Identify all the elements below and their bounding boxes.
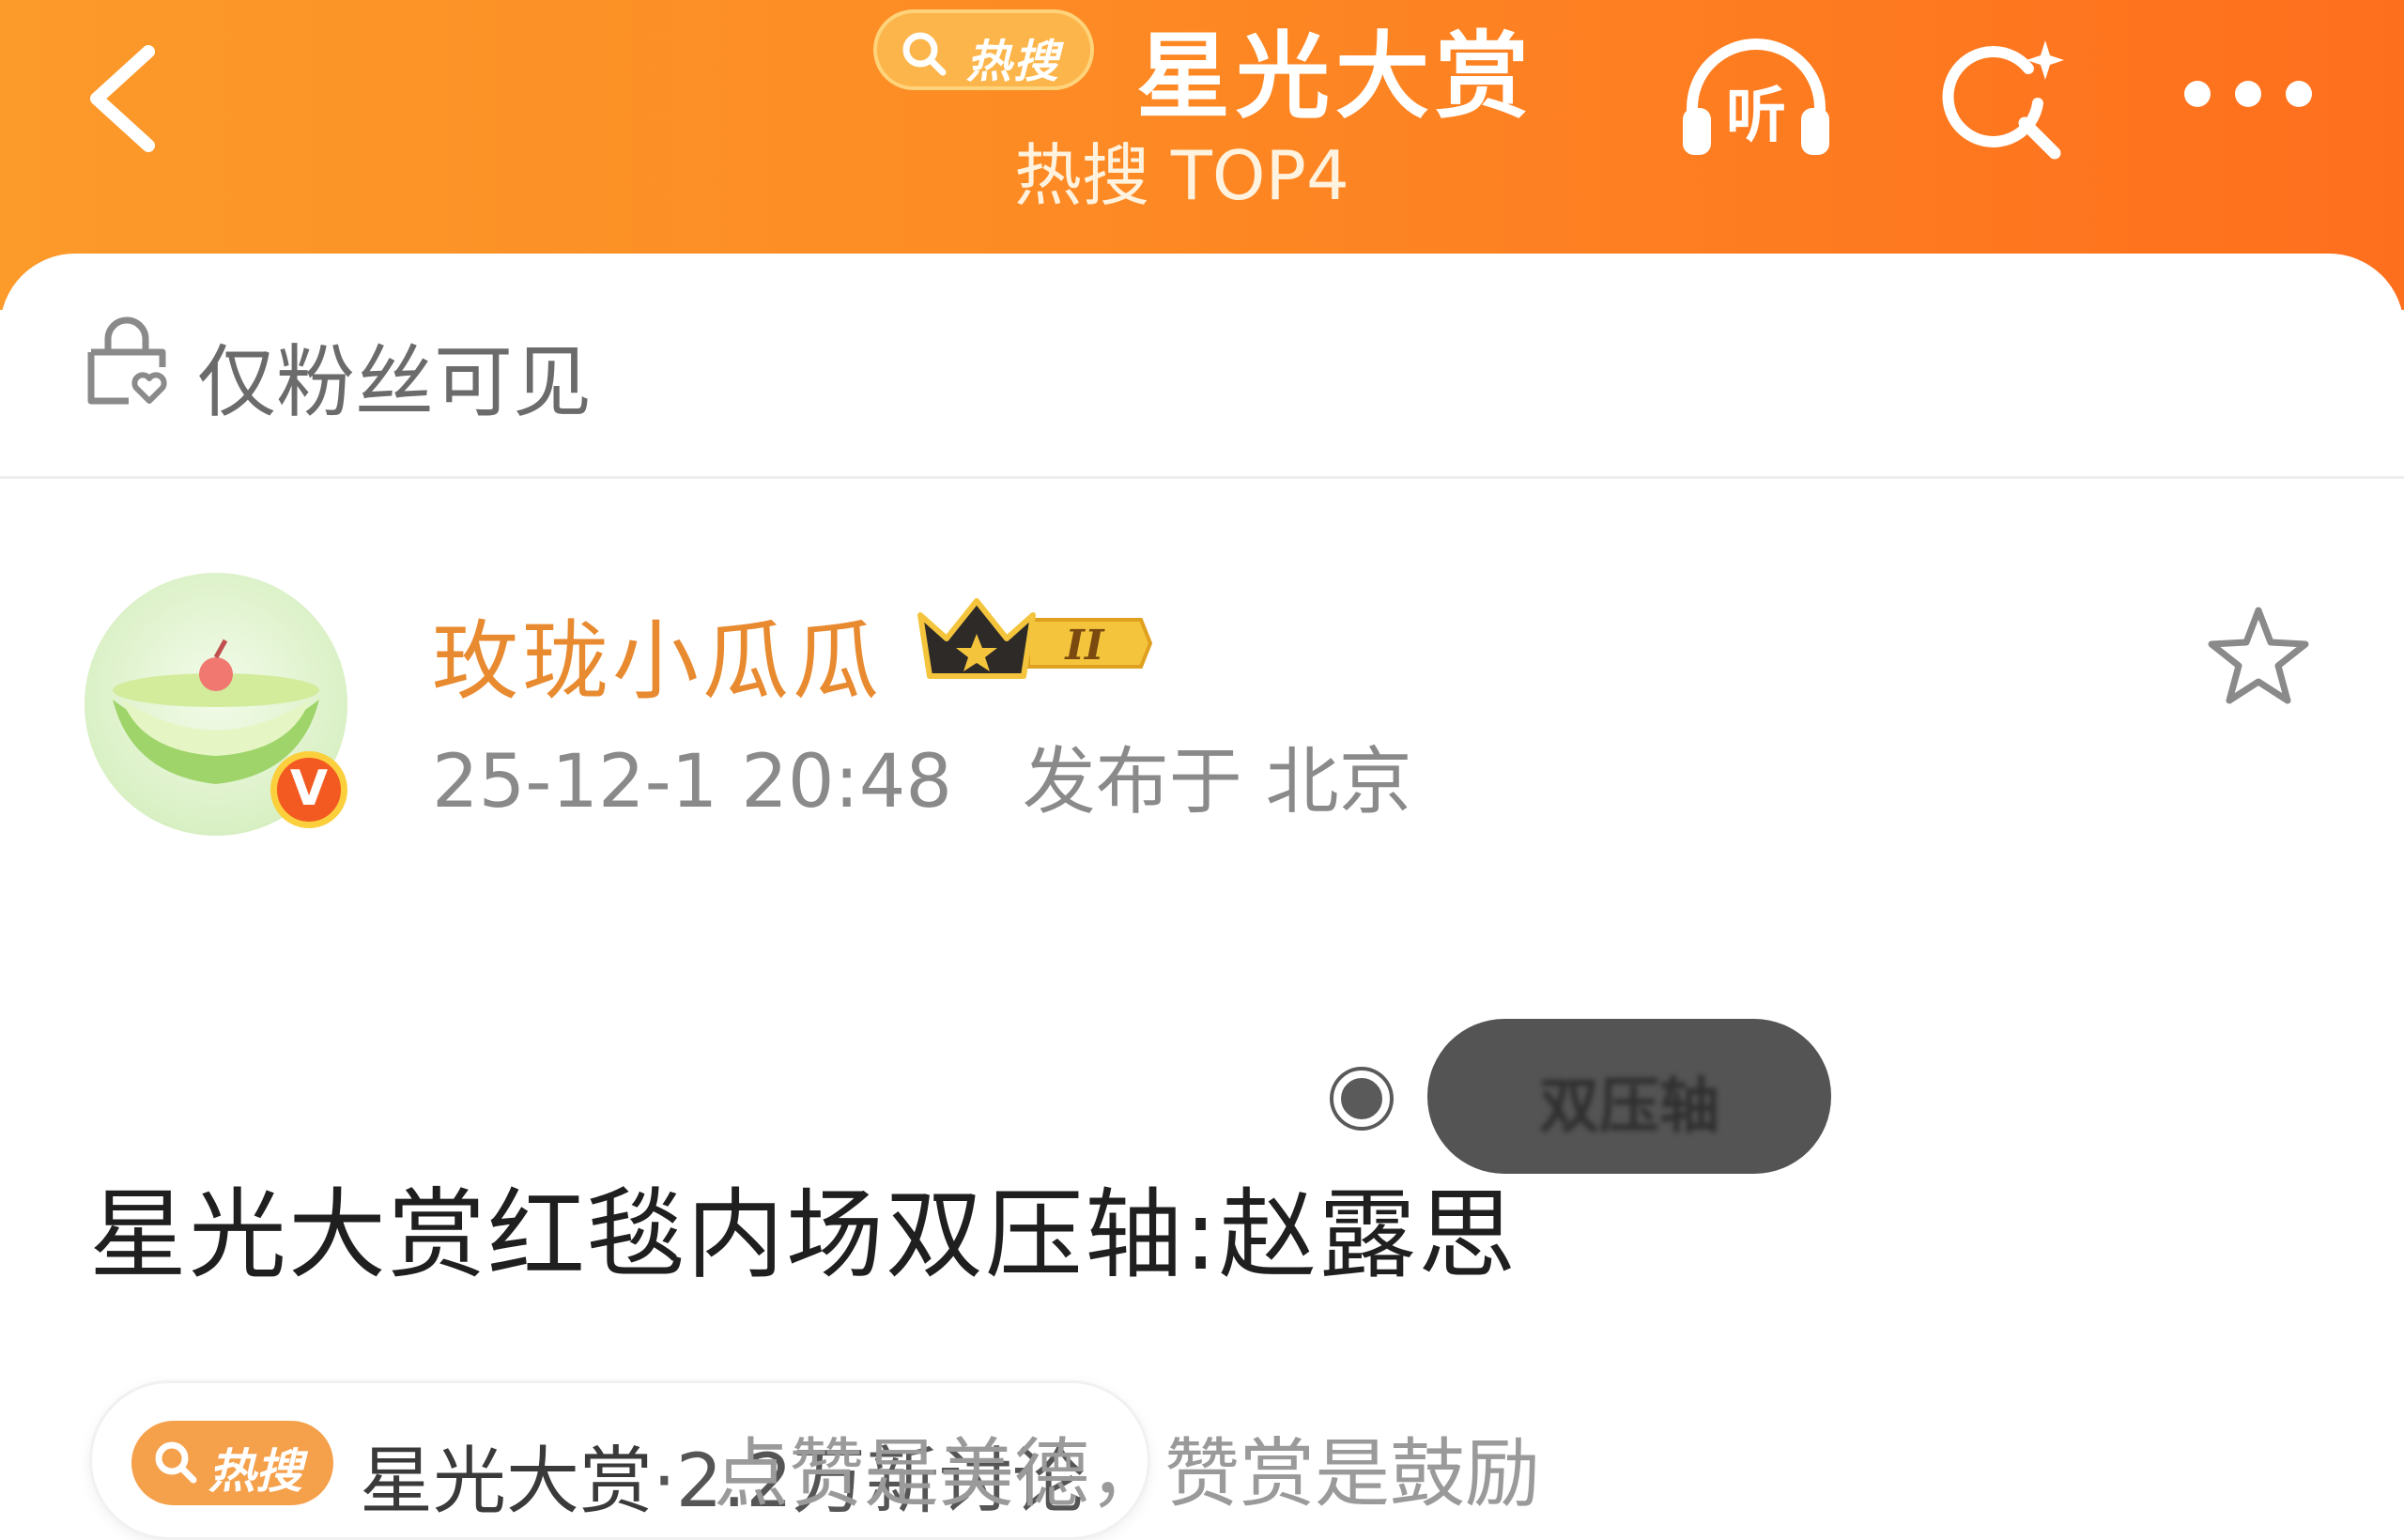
star-icon[interactable] [2202, 601, 2315, 714]
overlay-tag[interactable]: 双压轴 [1427, 1019, 1831, 1174]
lock-heart-icon [87, 316, 167, 405]
search-icon [902, 32, 947, 76]
more-dot [2184, 81, 2211, 107]
hot-search-label: 热搜 [966, 36, 1061, 88]
overlay-dot [1333, 1070, 1390, 1127]
more-icon[interactable] [2179, 75, 2319, 113]
topic-name: 星光大赏 [360, 1440, 654, 1524]
post-body: 星光大赏红毯内场双压轴:赵露思 [89, 1178, 1518, 1292]
search-icon [155, 1441, 197, 1484]
listen-label: 听 [1726, 82, 1786, 151]
cutoff-text: 点赞是美德，赞赏是鼓励 [714, 1430, 1540, 1517]
author-name[interactable]: 玫珑小瓜瓜 [432, 592, 883, 716]
ai-search-icon[interactable] [1934, 33, 2066, 164]
post-location: 发布于 北京 [1022, 740, 1412, 824]
chevron-left-icon[interactable] [73, 38, 177, 160]
crown-icon[interactable]: II [911, 592, 1155, 695]
level-label: II [1063, 622, 1105, 670]
verified-badge: V [270, 751, 347, 828]
topic-hot-label: 热搜 [208, 1444, 302, 1499]
more-dot [2235, 81, 2261, 107]
post-card: 仅粉丝可见 V 玫珑小瓜瓜 II 25-12-1 20:48 发布于 北京 双压… [0, 254, 2404, 1540]
post-timestamp: 25-12-1 20:48 [432, 740, 952, 824]
more-dot [2286, 81, 2312, 107]
visibility-text: 仅粉丝可见 [197, 336, 593, 428]
page-subtitle: 热搜 TOP4 [1014, 136, 1349, 215]
topic-hot-badge: 热搜 [131, 1421, 333, 1505]
post-meta: 25-12-1 20:48 发布于 北京 [432, 723, 1412, 828]
page-title: 星光大赏 [1136, 22, 1534, 131]
headphones-icon[interactable]: 听 [1672, 33, 1841, 164]
overlay-tag-label: 双压轴 [1539, 1072, 1719, 1142]
hot-search-title[interactable]: 热搜 星光大赏 [873, 0, 1587, 131]
visibility-notice: 仅粉丝可见 [0, 254, 2404, 479]
hot-search-badge: 热搜 [873, 9, 1094, 90]
